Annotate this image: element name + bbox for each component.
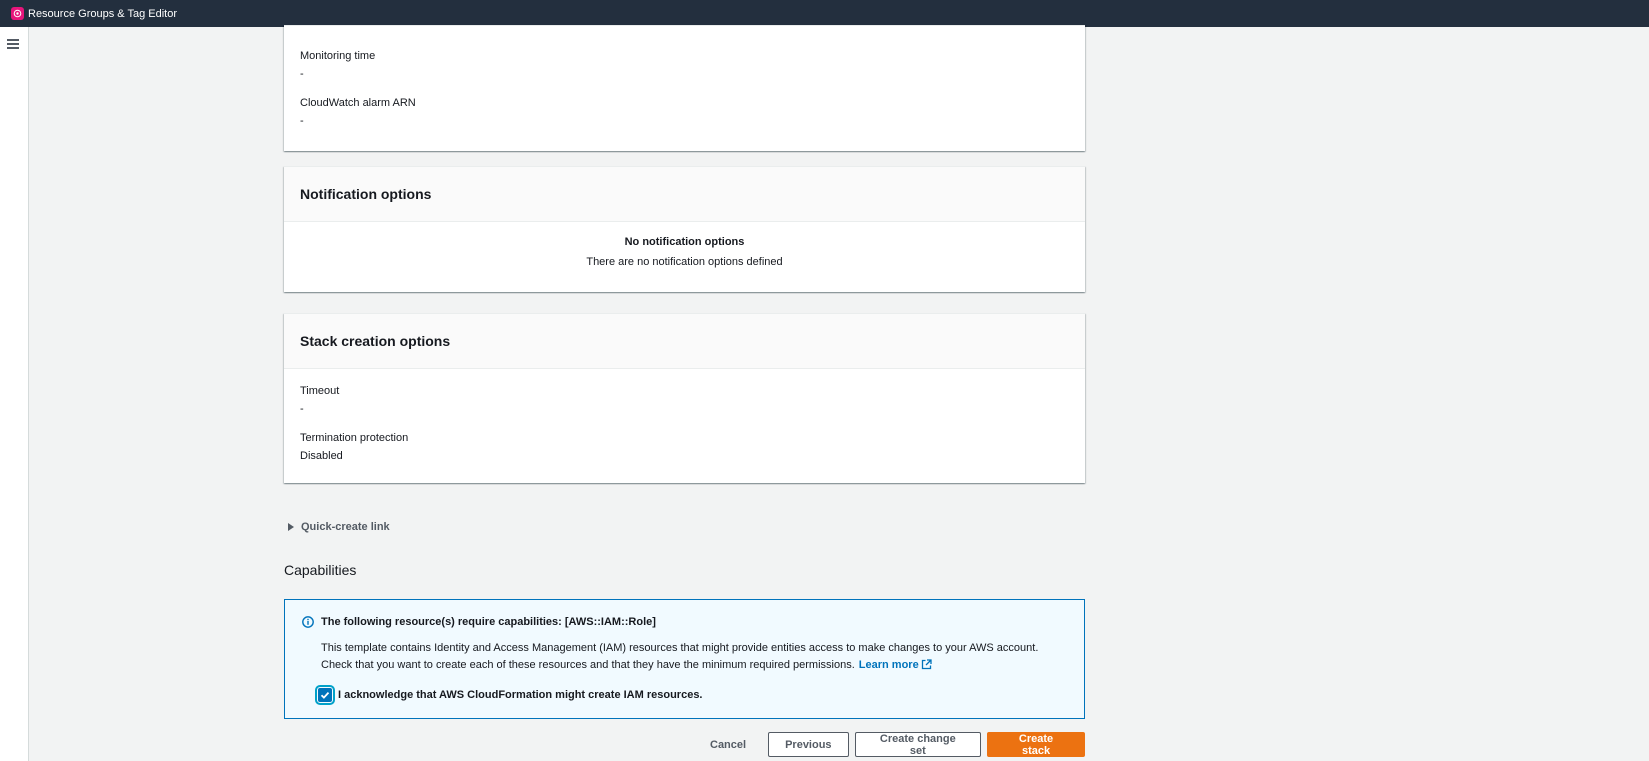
service-name[interactable]: Resource Groups & Tag Editor — [28, 8, 177, 20]
checkmark-icon — [320, 691, 330, 699]
field-label: Monitoring time — [300, 50, 376, 62]
card-title: Notification options — [300, 186, 432, 202]
capabilities-heading: Capabilities — [284, 562, 357, 578]
empty-state-title: No notification options — [624, 236, 745, 248]
cancel-button[interactable]: Cancel — [694, 732, 762, 757]
form-actions: Cancel Previous Create change set Create… — [688, 732, 1085, 757]
external-link-icon — [921, 659, 932, 670]
acknowledge-label[interactable]: I acknowledge that AWS CloudFormation mi… — [338, 689, 703, 701]
acknowledge-checkbox[interactable] — [315, 685, 335, 705]
caret-right-icon — [288, 523, 294, 531]
field-label: Termination protection — [300, 432, 409, 444]
termination-protection-field: Termination protection Disabled — [284, 416, 1085, 463]
previous-button[interactable]: Previous — [768, 732, 849, 757]
card-header: Stack creation options — [284, 314, 1085, 369]
alert-body-line-2: Check that you want to create each of th… — [321, 657, 1071, 674]
create-stack-button[interactable]: Create stack — [987, 732, 1085, 757]
field-value: - — [300, 115, 304, 127]
capabilities-info-alert: The following resource(s) require capabi… — [284, 599, 1085, 719]
empty-state-description: There are no notification options define… — [586, 256, 783, 268]
cloudwatch-alarm-arn-field: CloudWatch alarm ARN - — [284, 81, 1085, 128]
timeout-field: Timeout - — [284, 369, 1085, 416]
field-value: - — [300, 403, 304, 415]
top-navigation-bar: Resource Groups & Tag Editor — [0, 0, 1649, 27]
alert-body-line-2-text: Check that you want to create each of th… — [321, 659, 855, 671]
resource-groups-logo-icon — [11, 7, 24, 20]
expander-label: Quick-create link — [301, 521, 390, 533]
card-header: Notification options — [284, 167, 1085, 222]
monitoring-time-field: Monitoring time - — [284, 26, 1085, 81]
field-value: Disabled — [300, 450, 343, 462]
create-change-set-button[interactable]: Create change set — [854, 732, 982, 757]
card-title: Stack creation options — [300, 333, 451, 349]
stack-creation-options-card: Stack creation options Timeout - Termina… — [284, 313, 1085, 483]
alert-body: This template contains Identity and Acce… — [321, 640, 1071, 674]
field-value: - — [300, 68, 304, 80]
field-label: Timeout — [300, 385, 340, 397]
quick-create-link-expander[interactable]: Quick-create link — [288, 521, 390, 533]
rollback-configuration-card: Monitoring time - CloudWatch alarm ARN - — [284, 25, 1085, 151]
field-label: CloudWatch alarm ARN — [300, 97, 416, 109]
alert-title: The following resource(s) require capabi… — [321, 616, 656, 628]
info-icon — [302, 616, 314, 628]
acknowledge-capabilities-row: I acknowledge that AWS CloudFormation mi… — [315, 685, 703, 705]
learn-more-label: Learn more — [858, 659, 919, 671]
learn-more-link[interactable]: Learn more — [859, 659, 932, 671]
empty-state: No notification options There are no not… — [284, 222, 1085, 269]
alert-body-line-1: This template contains Identity and Acce… — [321, 642, 1039, 654]
side-navigation — [0, 27, 29, 761]
hamburger-menu-icon[interactable] — [7, 39, 19, 49]
notification-options-card: Notification options No notification opt… — [284, 166, 1085, 292]
